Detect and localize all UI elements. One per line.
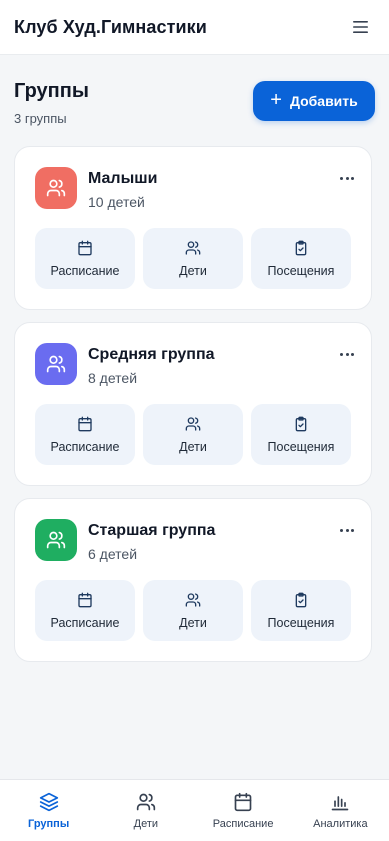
menu-button[interactable]: [347, 13, 375, 41]
users-icon: [185, 240, 201, 255]
users-icon: [136, 793, 156, 811]
nav-label-schedule: Расписание: [212, 818, 274, 830]
nav-item-groups[interactable]: Группы: [4, 792, 94, 830]
calendar-icon: [78, 592, 92, 607]
hamburger-icon: [353, 21, 368, 33]
nav-item-analytics[interactable]: Аналитика: [295, 792, 385, 830]
users-icon: [185, 592, 201, 607]
schedule-label: Расписание: [50, 439, 120, 454]
add-button-label: Добавить: [289, 93, 358, 109]
users-icon: [185, 416, 201, 431]
schedule-button[interactable]: Расписание: [35, 404, 135, 465]
attendance-button[interactable]: Посещения: [251, 404, 351, 465]
page-title: Группы: [14, 80, 89, 102]
nav-label-kids: Дети: [133, 818, 159, 830]
clipboard-check-icon: [295, 416, 307, 431]
kids-button[interactable]: Дети: [143, 228, 243, 289]
top-bar: Клуб Худ.Гимнастики: [0, 0, 389, 55]
kids-label: Дети: [179, 439, 207, 454]
app-title: Клуб Худ.Гимнастики: [14, 16, 207, 37]
bottom-nav: Группы Дети Расписание Аналитика: [0, 779, 389, 841]
layers-icon: [39, 792, 58, 812]
more-options-button[interactable]: [337, 523, 357, 537]
group-card[interactable]: Средняя группа 8 детей Расписание Дети П…: [14, 322, 372, 486]
group-name: Малыши: [88, 170, 158, 187]
group-card[interactable]: Малыши 10 детей Расписание Дети Посещени…: [14, 146, 372, 310]
plus-icon: +: [270, 89, 282, 111]
clipboard-check-icon: [295, 240, 307, 255]
group-card[interactable]: Старшая группа 6 детей Расписание Дети П…: [14, 498, 372, 662]
clipboard-check-icon: [295, 592, 307, 607]
schedule-button[interactable]: Расписание: [35, 580, 135, 641]
page-header: Группы 3 группы + Добавить: [0, 55, 389, 126]
nav-item-schedule[interactable]: Расписание: [198, 792, 288, 830]
group-avatar: [35, 519, 77, 561]
schedule-label: Расписание: [50, 263, 120, 278]
attendance-button[interactable]: Посещения: [251, 228, 351, 289]
kids-button[interactable]: Дети: [143, 580, 243, 641]
users-icon: [46, 355, 66, 373]
users-icon: [46, 179, 66, 197]
nav-item-kids[interactable]: Дети: [101, 792, 191, 830]
more-options-button[interactable]: [337, 171, 357, 185]
users-icon: [46, 531, 66, 549]
kids-label: Дети: [179, 263, 207, 278]
attendance-button[interactable]: Посещения: [251, 580, 351, 641]
schedule-button[interactable]: Расписание: [35, 228, 135, 289]
schedule-label: Расписание: [50, 615, 120, 630]
group-name: Старшая группа: [88, 522, 216, 539]
calendar-icon: [78, 240, 92, 255]
group-children-count: 8 детей: [88, 370, 138, 386]
kids-button[interactable]: Дети: [143, 404, 243, 465]
calendar-icon: [234, 792, 252, 812]
add-group-button[interactable]: + Добавить: [253, 81, 375, 121]
nav-label-analytics: Аналитика: [313, 818, 368, 830]
attendance-label: Посещения: [267, 439, 335, 454]
nav-label-groups: Группы: [28, 818, 70, 830]
calendar-icon: [78, 416, 92, 431]
group-avatar: [35, 167, 77, 209]
group-children-count: 10 детей: [88, 194, 145, 210]
bar-chart-icon: [332, 796, 349, 811]
group-name: Средняя группа: [88, 346, 215, 363]
group-list: Малыши 10 детей Расписание Дети Посещени…: [14, 146, 372, 674]
attendance-label: Посещения: [267, 615, 335, 630]
group-children-count: 6 детей: [88, 546, 138, 562]
attendance-label: Посещения: [267, 263, 335, 278]
group-count: 3 группы: [14, 111, 67, 126]
more-options-button[interactable]: [337, 347, 357, 361]
kids-label: Дети: [179, 615, 207, 630]
group-avatar: [35, 343, 77, 385]
